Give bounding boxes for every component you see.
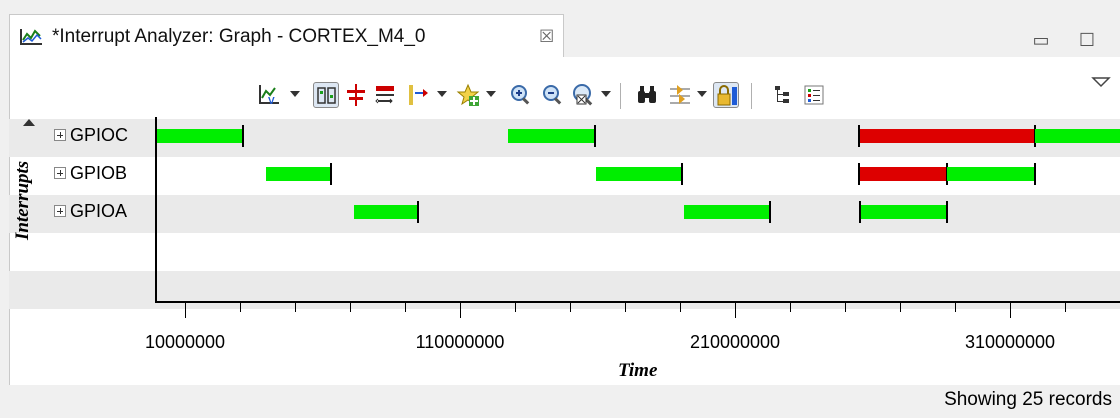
row-empty: [9, 271, 1120, 309]
x-tick-major: [1010, 303, 1011, 318]
row-label-gpiob[interactable]: GPIOB: [54, 160, 127, 186]
bookmark-icon[interactable]: [455, 82, 481, 108]
x-tick-label: 110000000: [415, 332, 505, 352]
x-tick-major: [735, 303, 736, 318]
status-bar: Showing 25 records: [9, 385, 1120, 418]
x-tick-label: 310000000: [964, 332, 1056, 352]
x-tick-major: [460, 303, 461, 318]
expand-icon[interactable]: [54, 167, 66, 179]
x-tick-minor: [515, 303, 516, 312]
interrupt-bar[interactable]: [1035, 129, 1120, 143]
x-tick-minor: [625, 303, 626, 312]
measure-icon[interactable]: [343, 82, 369, 108]
y-axis-line: [155, 117, 157, 302]
interrupt-bar[interactable]: [508, 125, 596, 147]
row-empty: [9, 233, 1120, 271]
x-tick-minor: [900, 303, 901, 312]
x-tick-minor: [790, 303, 791, 312]
chevron-down-icon[interactable]: [601, 91, 611, 97]
row-label-gpioc[interactable]: GPIOC: [54, 122, 128, 148]
chart-type-icon[interactable]: V: [256, 82, 282, 108]
zoom-range-icon[interactable]: [372, 82, 398, 108]
window-top-strip: [0, 0, 1120, 14]
zoom-out-icon[interactable]: [540, 82, 566, 108]
markers-icon[interactable]: [404, 82, 430, 108]
sync-icon[interactable]: [667, 82, 693, 108]
row-label-text: GPIOB: [70, 162, 128, 183]
zoom-fit-icon[interactable]: [570, 82, 596, 108]
zoom-in-icon[interactable]: [508, 82, 534, 108]
svg-text:V: V: [268, 96, 275, 107]
interrupt-bar-preempted[interactable]: [858, 125, 1036, 147]
x-tick-minor: [295, 303, 296, 312]
x-tick-minor: [845, 303, 846, 312]
expand-icon[interactable]: [54, 129, 66, 141]
lock-icon[interactable]: [713, 82, 739, 108]
interrupt-bar[interactable]: [596, 163, 683, 185]
row-label-text: GPIOA: [70, 200, 128, 221]
expand-icon[interactable]: [54, 205, 66, 217]
tab-bar: *Interrupt Analyzer: Graph - CORTEX_M4_0…: [0, 14, 1120, 58]
x-tick-minor: [1065, 303, 1066, 312]
interrupt-bar[interactable]: [354, 201, 419, 223]
x-tick-minor: [350, 303, 351, 312]
graph-chart-icon: [19, 27, 43, 47]
interrupt-bar[interactable]: [684, 201, 771, 223]
x-tick-minor: [405, 303, 406, 312]
row-label-text: GPIOC: [70, 124, 129, 145]
chevron-down-icon[interactable]: [486, 91, 496, 97]
interrupt-bar-preempted[interactable]: [858, 163, 948, 185]
interrupt-bar[interactable]: [266, 163, 332, 185]
x-axis-label: Time: [618, 360, 658, 381]
x-tick-major: [185, 303, 186, 318]
x-tick-minor: [955, 303, 956, 312]
chevron-down-icon[interactable]: [697, 91, 707, 97]
maximize-icon[interactable]: ☐: [1077, 30, 1097, 50]
row-gpioa: [9, 195, 1120, 233]
interrupt-bar[interactable]: [947, 163, 1036, 185]
x-axis-line: [155, 301, 1120, 303]
tab-interrupt-analyzer-graph[interactable]: *Interrupt Analyzer: Graph - CORTEX_M4_0…: [9, 14, 564, 58]
tree-icon[interactable]: [770, 82, 796, 108]
interrupt-bar[interactable]: [157, 125, 244, 147]
close-icon[interactable]: ☒: [539, 27, 554, 47]
align-icon[interactable]: [313, 82, 339, 108]
y-axis-label: Interrupts: [12, 160, 33, 240]
view-menu-icon[interactable]: [1088, 70, 1114, 96]
toolbar-separator: [620, 83, 621, 109]
minimize-icon[interactable]: ▭: [1031, 30, 1051, 50]
graph-toolbar: V: [0, 57, 1120, 117]
toolbar-separator: [751, 83, 752, 109]
tab-title: *Interrupt Analyzer: Graph - CORTEX_M4_0: [52, 26, 426, 47]
x-tick-minor: [240, 303, 241, 312]
status-records-count: Showing 25 records: [944, 389, 1112, 410]
interrupt-bar[interactable]: [859, 201, 948, 223]
find-icon[interactable]: [634, 82, 660, 108]
chevron-down-icon[interactable]: [437, 91, 447, 97]
x-tick-minor: [570, 303, 571, 312]
legend-icon[interactable]: [801, 82, 827, 108]
x-tick-label: 210000000: [689, 332, 781, 352]
x-tick-label: 10000000: [144, 332, 226, 352]
row-label-gpioa[interactable]: GPIOA: [54, 198, 127, 224]
x-tick-minor: [680, 303, 681, 312]
chevron-down-icon[interactable]: [290, 91, 300, 97]
